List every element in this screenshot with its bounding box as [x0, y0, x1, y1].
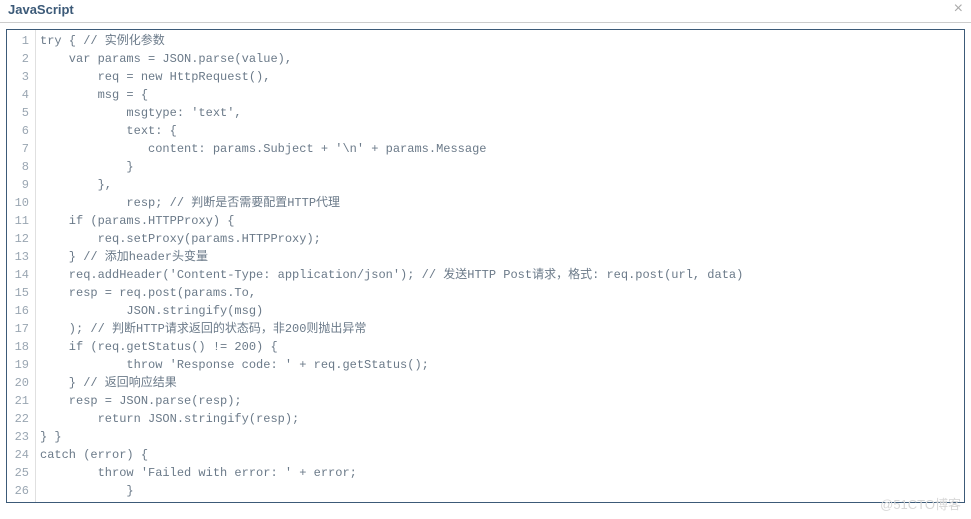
code-line: resp; // 判断是否需要配置HTTP代理 — [40, 194, 960, 212]
line-number: 11 — [9, 212, 29, 230]
line-number: 19 — [9, 356, 29, 374]
code-line: req.addHeader('Content-Type: application… — [40, 266, 960, 284]
line-number: 20 — [9, 374, 29, 392]
line-number: 23 — [9, 428, 29, 446]
line-number: 13 — [9, 248, 29, 266]
close-icon[interactable]: × — [954, 0, 963, 18]
code-editor: 1234567891011121314151617181920212223242… — [6, 29, 965, 503]
line-number: 4 — [9, 86, 29, 104]
line-number: 15 — [9, 284, 29, 302]
line-number: 8 — [9, 158, 29, 176]
code-line: } } — [40, 428, 960, 446]
line-number: 17 — [9, 320, 29, 338]
line-number: 16 — [9, 302, 29, 320]
code-line: } // 返回响应结果 — [40, 374, 960, 392]
code-line: msg = { — [40, 86, 960, 104]
code-line: try { // 实例化参数 — [40, 32, 960, 50]
code-line: ); // 判断HTTP请求返回的状态码，非200则抛出异常 — [40, 320, 960, 338]
line-number: 3 — [9, 68, 29, 86]
code-line: if (params.HTTPProxy) { — [40, 212, 960, 230]
line-number: 26 — [9, 482, 29, 500]
line-gutter: 1234567891011121314151617181920212223242… — [7, 30, 36, 502]
code-line: resp = req.post(params.To, — [40, 284, 960, 302]
code-line: resp = JSON.parse(resp); — [40, 392, 960, 410]
watermark: @51CTO博客 — [880, 494, 961, 513]
code-line: if (req.getStatus() != 200) { — [40, 338, 960, 356]
code-line: throw 'Response code: ' + req.getStatus(… — [40, 356, 960, 374]
line-number: 22 — [9, 410, 29, 428]
code-line: return JSON.stringify(resp); — [40, 410, 960, 428]
dialog-title: JavaScript — [8, 2, 74, 17]
code-line: msgtype: 'text', — [40, 104, 960, 122]
code-line: content: params.Subject + '\n' + params.… — [40, 140, 960, 158]
line-number: 7 — [9, 140, 29, 158]
line-number: 12 — [9, 230, 29, 248]
line-number: 1 — [9, 32, 29, 50]
code-line: req.setProxy(params.HTTPProxy); — [40, 230, 960, 248]
code-line: } // 添加header头变量 — [40, 248, 960, 266]
dialog-header: JavaScript × — [0, 0, 971, 23]
line-number: 21 — [9, 392, 29, 410]
line-number: 25 — [9, 464, 29, 482]
code-line: } — [40, 482, 960, 500]
code-line: var params = JSON.parse(value), — [40, 50, 960, 68]
code-line: text: { — [40, 122, 960, 140]
code-line: }, — [40, 176, 960, 194]
code-line: JSON.stringify(msg) — [40, 302, 960, 320]
line-number: 14 — [9, 266, 29, 284]
line-number: 6 — [9, 122, 29, 140]
line-number: 24 — [9, 446, 29, 464]
line-number: 10 — [9, 194, 29, 212]
code-body[interactable]: try { // 实例化参数 var params = JSON.parse(v… — [36, 30, 964, 502]
code-line: } — [40, 158, 960, 176]
code-line: throw 'Failed with error: ' + error; — [40, 464, 960, 482]
line-number: 18 — [9, 338, 29, 356]
code-line: req = new HttpRequest(), — [40, 68, 960, 86]
line-number: 2 — [9, 50, 29, 68]
line-number: 9 — [9, 176, 29, 194]
code-line: catch (error) { — [40, 446, 960, 464]
line-number: 5 — [9, 104, 29, 122]
